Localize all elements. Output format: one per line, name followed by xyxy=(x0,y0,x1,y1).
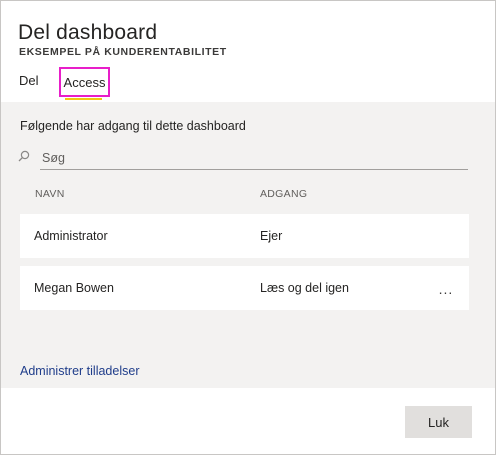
dialog-subtitle: EKSEMPEL PÅ KUNDERENTABILITET xyxy=(19,46,227,58)
column-header-access: ADGANG xyxy=(260,188,308,200)
close-button[interactable]: Luk xyxy=(405,406,472,438)
tab-access-label: Access xyxy=(63,74,106,90)
access-row[interactable]: Administrator Ejer xyxy=(20,214,469,258)
tab-access[interactable]: Access xyxy=(59,67,110,97)
access-level: Ejer xyxy=(260,229,283,243)
more-options-button[interactable]: ... xyxy=(434,278,458,300)
column-header-name: NAVN xyxy=(35,188,65,200)
tab-del[interactable]: Del xyxy=(19,73,39,88)
dialog-title: Del dashboard xyxy=(18,21,158,44)
access-row[interactable]: Megan Bowen Læs og del igen ... xyxy=(20,266,469,310)
manage-permissions-link[interactable]: Administrer tilladelser xyxy=(20,364,139,378)
access-panel: Følgende har adgang til dette dashboard … xyxy=(1,102,495,388)
access-intro-text: Følgende har adgang til dette dashboard xyxy=(20,119,246,133)
user-name: Administrator xyxy=(34,229,108,243)
access-level: Læs og del igen xyxy=(260,281,349,295)
user-name: Megan Bowen xyxy=(34,281,114,295)
search-icon xyxy=(18,149,30,162)
active-tab-indicator xyxy=(65,98,102,100)
search-input[interactable] xyxy=(40,146,468,170)
tab-bar: Del Access xyxy=(1,67,495,102)
share-dashboard-dialog: Del dashboard EKSEMPEL PÅ KUNDERENTABILI… xyxy=(0,0,496,455)
